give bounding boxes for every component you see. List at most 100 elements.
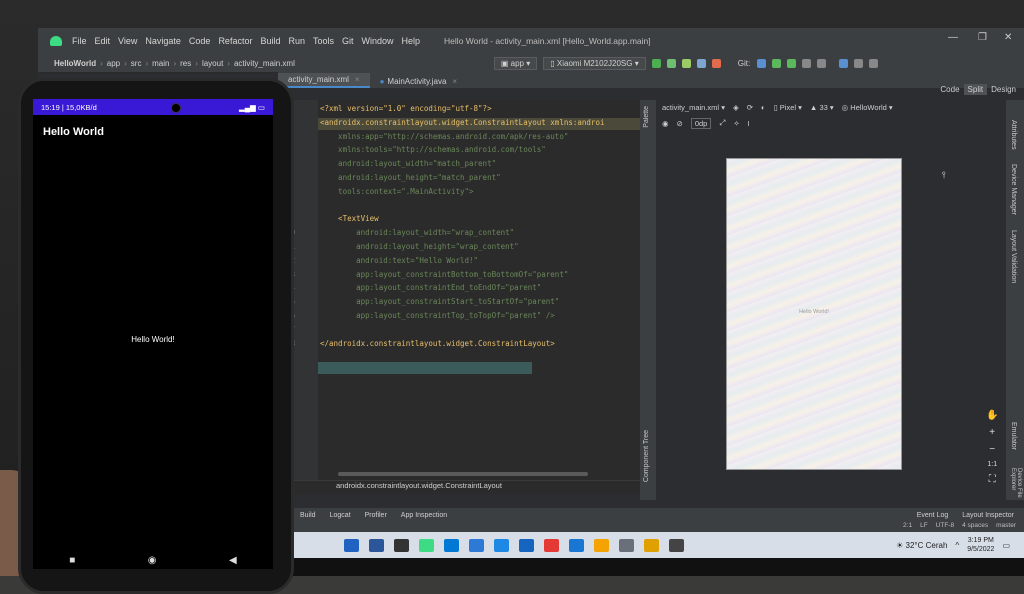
code-line[interactable]: tools:context=".MainActivity"> xyxy=(320,187,473,196)
device-file-explorer-tab[interactable]: Device File Explorer xyxy=(1010,468,1022,500)
tab-main-activity-java[interactable]: ● MainActivity.java × xyxy=(370,75,468,88)
settings-icon[interactable] xyxy=(669,538,684,552)
code-line[interactable]: android:layout_width="match_parent" xyxy=(320,159,496,168)
component-tree-tab[interactable]: Component Tree xyxy=(643,430,650,482)
view-options-icon[interactable]: ◉ xyxy=(662,119,669,128)
code-line[interactable]: xmlns:tools="http://schemas.android.com/… xyxy=(320,145,546,154)
code-line[interactable]: <?xml version="1.0" encoding="utf-8"?> xyxy=(320,104,492,113)
tray-chevron-icon[interactable]: ^ xyxy=(955,541,959,550)
notification-icon[interactable]: ▭ xyxy=(1002,541,1010,550)
app-icon[interactable] xyxy=(394,538,409,552)
device-select[interactable]: ▯ Pixel ▾ xyxy=(774,103,802,112)
file-encoding[interactable]: UTF-8 xyxy=(936,522,954,529)
caret-position[interactable]: 2:1 xyxy=(903,522,912,529)
close-icon[interactable]: ✕ xyxy=(1004,32,1012,43)
apply-changes-icon[interactable] xyxy=(666,58,676,68)
breadcrumb-layout[interactable]: layout xyxy=(198,59,227,68)
emulator-tab[interactable]: Emulator xyxy=(1010,422,1017,450)
recents-icon[interactable]: ■ xyxy=(69,555,75,566)
git-update-icon[interactable] xyxy=(757,58,767,68)
code-line[interactable]: android:layout_height="match_parent" xyxy=(320,173,501,182)
maximize-icon[interactable]: ❐ xyxy=(978,32,987,43)
guidelines-icon[interactable]: I xyxy=(748,119,750,128)
build-tab[interactable]: Build xyxy=(300,512,316,519)
zoom-out-icon[interactable]: − xyxy=(989,444,995,455)
menu-code[interactable]: Code xyxy=(185,36,215,46)
layout-validation-tab[interactable]: Layout Validation xyxy=(1010,230,1017,283)
night-mode-icon[interactable]: ◐ xyxy=(761,103,766,112)
device-manager-tab[interactable]: Device Manager xyxy=(1010,164,1017,215)
stop-icon[interactable] xyxy=(711,58,721,68)
rollback-icon[interactable] xyxy=(817,58,827,68)
git-push-icon[interactable] xyxy=(787,58,797,68)
code-line[interactable]: android:text="Hello World!" xyxy=(320,256,478,265)
zoom-actual-icon[interactable]: 1:1 xyxy=(987,461,997,468)
search-icon[interactable] xyxy=(854,58,864,68)
menu-view[interactable]: View xyxy=(114,36,141,46)
menu-tools[interactable]: Tools xyxy=(309,36,338,46)
app-icon[interactable] xyxy=(519,538,534,552)
line-separator[interactable]: LF xyxy=(920,522,928,529)
menu-window[interactable]: Window xyxy=(358,36,398,46)
git-commit-icon[interactable] xyxy=(772,58,782,68)
menu-help[interactable]: Help xyxy=(398,36,425,46)
android-studio-task-icon[interactable] xyxy=(419,538,434,552)
app-icon[interactable] xyxy=(619,538,634,552)
menu-run[interactable]: Run xyxy=(284,36,309,46)
close-tab-icon[interactable]: × xyxy=(355,75,360,84)
app-icon[interactable] xyxy=(494,538,509,552)
breadcrumb-res[interactable]: res xyxy=(176,59,195,68)
breadcrumb-src[interactable]: src xyxy=(127,59,146,68)
palette-tab[interactable]: Palette xyxy=(643,106,650,128)
zoom-fit-icon[interactable]: ⛶ xyxy=(989,474,996,485)
app-inspection-tab[interactable]: App Inspection xyxy=(401,512,447,519)
code-line[interactable]: android:layout_height="wrap_content" xyxy=(320,242,519,251)
breadcrumb-main[interactable]: main xyxy=(148,59,173,68)
preview-textview[interactable]: Hello World! xyxy=(727,309,901,315)
tab-activity-main-xml[interactable]: activity_main.xml × xyxy=(278,73,370,88)
code-line[interactable]: android:layout_width="wrap_content" xyxy=(320,228,514,237)
theme-select[interactable]: ◎ HelloWorld ▾ xyxy=(842,103,893,112)
history-icon[interactable] xyxy=(802,58,812,68)
home-icon[interactable]: ◉ xyxy=(148,555,157,566)
indent-setting[interactable]: 4 spaces xyxy=(962,522,988,529)
app-icon[interactable] xyxy=(594,538,609,552)
layout-inspector-tab[interactable]: Layout Inspector xyxy=(962,512,1014,519)
run-icon[interactable] xyxy=(651,58,661,68)
code-line[interactable]: <androidx.constraintlayout.widget.Constr… xyxy=(320,118,604,127)
menu-navigate[interactable]: Navigate xyxy=(141,36,185,46)
menu-git[interactable]: Git xyxy=(338,36,358,46)
orientation-icon[interactable]: ⟳ xyxy=(747,103,753,112)
autoconnect-icon[interactable]: ⊘ xyxy=(677,119,683,128)
profiler-tab[interactable]: Profiler xyxy=(365,512,387,519)
menu-build[interactable]: Build xyxy=(256,36,284,46)
event-log-tab[interactable]: Event Log xyxy=(917,512,949,519)
chrome-icon[interactable] xyxy=(644,538,659,552)
menu-edit[interactable]: Edit xyxy=(91,36,115,46)
default-margin-select[interactable]: 0dp xyxy=(690,117,712,129)
infer-constraints-icon[interactable]: ✧ xyxy=(733,119,739,128)
git-branch[interactable]: master xyxy=(996,522,1016,529)
design-surface-icon[interactable]: ◈ xyxy=(733,103,739,112)
menu-file[interactable]: File xyxy=(68,36,91,46)
clear-constraints-icon[interactable]: ⤢ xyxy=(719,118,725,128)
pan-icon[interactable]: ✋ xyxy=(986,410,998,421)
split-view-button[interactable]: Split xyxy=(963,84,988,95)
hammer-icon[interactable] xyxy=(479,59,488,68)
code-line[interactable]: app:layout_constraintEnd_toEndOf="parent… xyxy=(320,283,541,292)
weather-widget[interactable]: ☀ 32°C Cerah xyxy=(896,541,947,550)
vscode-icon[interactable] xyxy=(569,538,584,552)
minimize-icon[interactable]: — xyxy=(948,32,958,43)
code-view-button[interactable]: Code xyxy=(936,84,963,95)
profile-icon[interactable] xyxy=(696,58,706,68)
code-line[interactable]: </androidx.constraintlayout.widget.Const… xyxy=(320,339,555,348)
editor-breadcrumb[interactable]: androidx.constraintlayout.widget.Constra… xyxy=(278,480,640,494)
zoom-in-icon[interactable]: + xyxy=(989,427,995,438)
pin-icon[interactable]: ⫯ xyxy=(942,170,946,181)
settings-icon[interactable] xyxy=(869,58,879,68)
api-select[interactable]: ▲ 33 ▾ xyxy=(810,103,834,112)
layout-preview[interactable]: Hello World! xyxy=(726,158,902,470)
menu-refactor[interactable]: Refactor xyxy=(214,36,256,46)
edge-icon[interactable] xyxy=(344,538,359,552)
clock[interactable]: 3:19 PM 9/5/2022 xyxy=(967,536,994,554)
